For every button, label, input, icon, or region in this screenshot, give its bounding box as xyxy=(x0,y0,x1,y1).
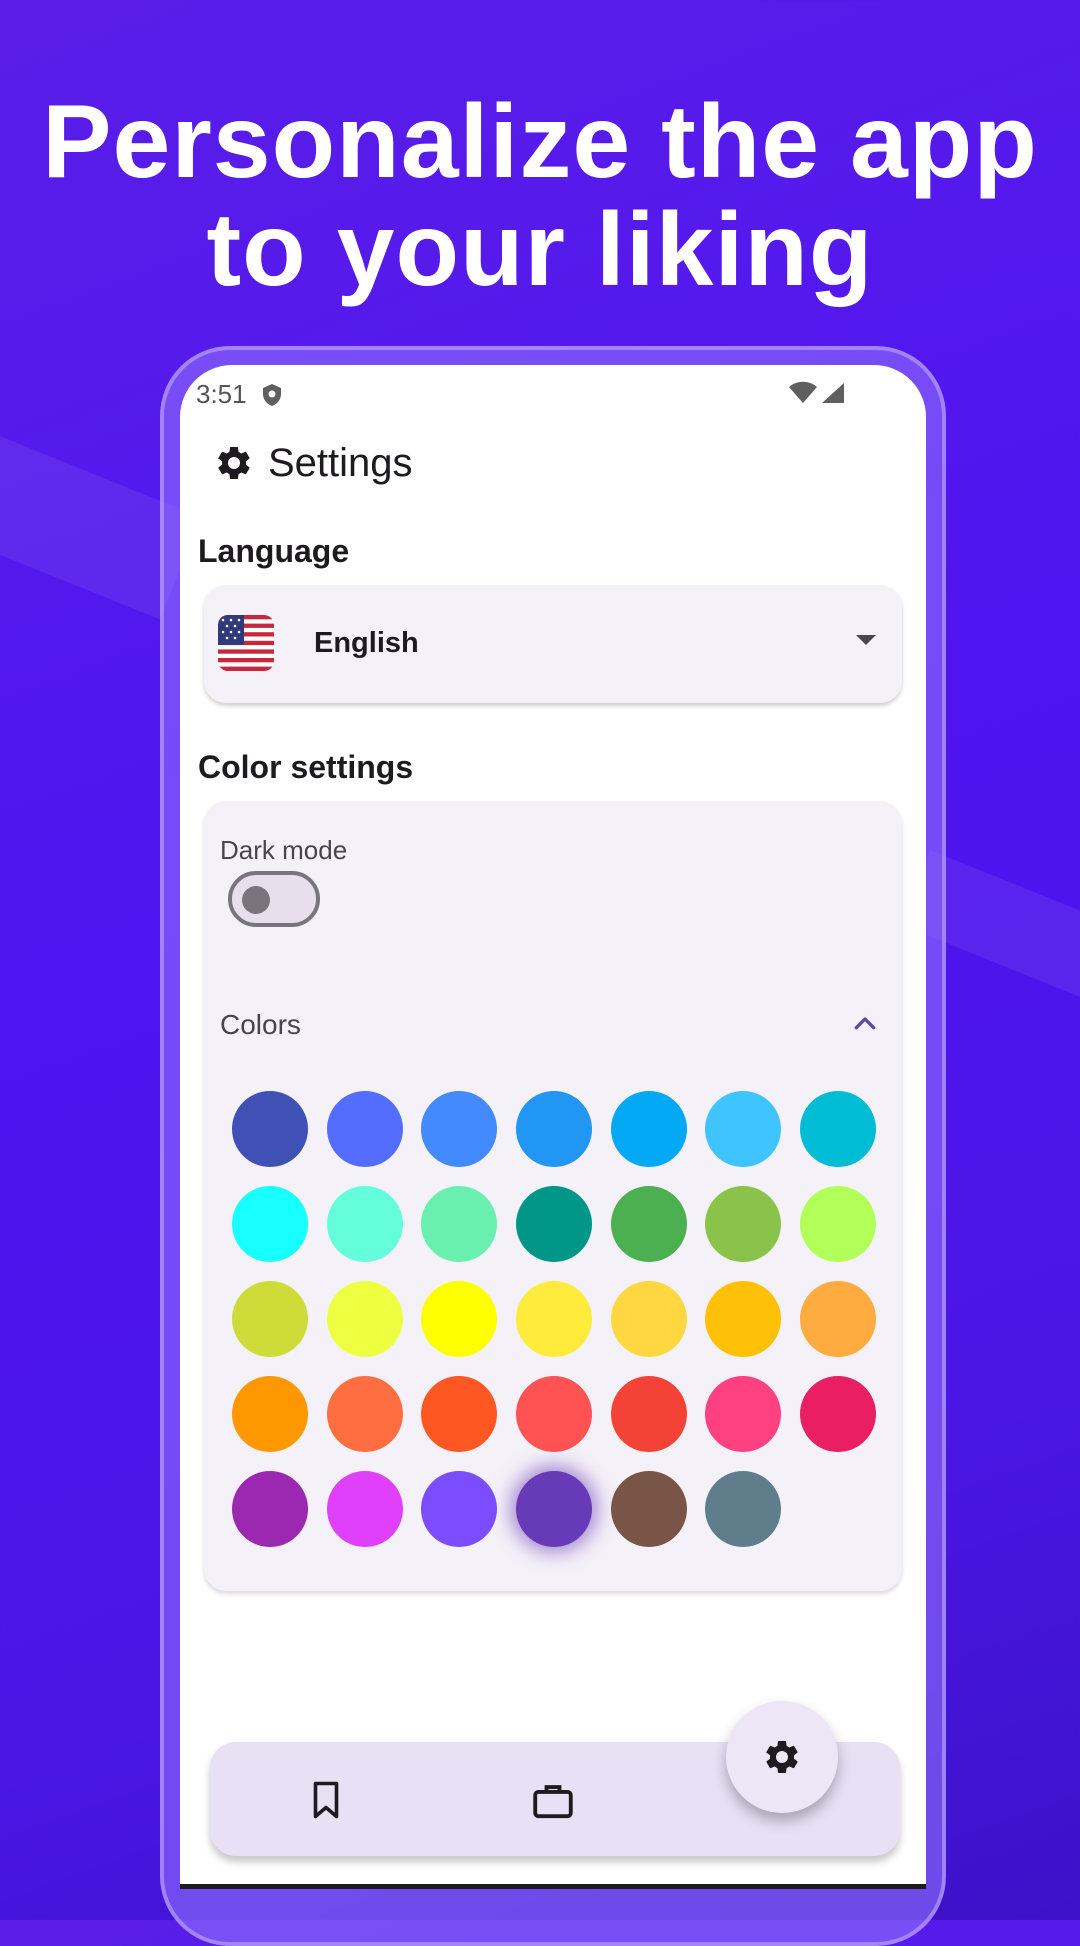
status-icons xyxy=(788,381,846,405)
color-swatch[interactable] xyxy=(705,1281,782,1357)
app-bar: Settings xyxy=(214,433,413,493)
color-swatch[interactable] xyxy=(705,1186,782,1262)
color-swatch[interactable] xyxy=(800,1091,877,1167)
wifi-icon xyxy=(789,381,817,403)
color-swatch[interactable] xyxy=(421,1091,498,1167)
color-swatch[interactable] xyxy=(610,1471,687,1547)
color-swatch[interactable] xyxy=(326,1091,403,1167)
color-swatch[interactable] xyxy=(705,1091,782,1167)
chevron-up-icon[interactable] xyxy=(850,1009,880,1039)
color-swatch[interactable] xyxy=(421,1281,498,1357)
color-swatch[interactable] xyxy=(326,1376,403,1452)
color-swatch[interactable] xyxy=(326,1471,403,1547)
color-swatch[interactable] xyxy=(516,1471,593,1547)
color-swatch[interactable] xyxy=(610,1091,687,1167)
color-swatch[interactable] xyxy=(800,1186,877,1262)
signal-icon xyxy=(822,383,844,403)
headline-line-2: to your liking xyxy=(206,192,874,308)
phone-screen: 3:51 Settings Language English Color set… xyxy=(180,365,926,1885)
status-time: 3:51 xyxy=(196,379,247,409)
promo-headline: Personalize the app to your liking xyxy=(0,88,1080,304)
color-swatch[interactable] xyxy=(610,1376,687,1452)
phone-bottom-edge xyxy=(180,1884,926,1889)
color-settings-section-label: Color settings xyxy=(198,749,414,785)
color-swatch[interactable] xyxy=(326,1281,403,1357)
color-swatch[interactable] xyxy=(516,1376,593,1452)
headline-line-1: Personalize the app xyxy=(42,84,1038,200)
language-section-label: Language xyxy=(198,533,350,569)
colors-label: Colors xyxy=(220,1009,301,1040)
shield-icon xyxy=(263,384,281,406)
color-swatch[interactable] xyxy=(421,1376,498,1452)
status-bar: 3:51 xyxy=(196,373,910,413)
color-swatch-grid xyxy=(232,1091,892,1547)
dark-mode-toggle[interactable] xyxy=(228,871,320,927)
bookmark-icon[interactable] xyxy=(308,1780,344,1820)
color-swatch[interactable] xyxy=(516,1186,593,1262)
color-swatch[interactable] xyxy=(610,1281,687,1357)
color-swatch[interactable] xyxy=(326,1186,403,1262)
language-dropdown[interactable]: English xyxy=(204,585,902,703)
gear-icon xyxy=(217,446,250,479)
color-swatch[interactable] xyxy=(516,1281,593,1357)
us-flag-icon xyxy=(218,615,274,671)
color-swatch[interactable] xyxy=(421,1471,498,1547)
dark-mode-label: Dark mode xyxy=(220,835,348,865)
color-swatch[interactable] xyxy=(421,1186,498,1262)
color-swatch[interactable] xyxy=(516,1091,593,1167)
language-value: English xyxy=(314,627,419,659)
color-swatch[interactable] xyxy=(232,1186,308,1262)
color-swatch[interactable] xyxy=(800,1376,877,1452)
color-settings-card: Dark mode Colors xyxy=(204,801,902,1591)
color-swatch[interactable] xyxy=(232,1471,308,1547)
page-title: Settings xyxy=(268,440,413,485)
color-swatch[interactable] xyxy=(232,1376,308,1452)
color-swatch[interactable] xyxy=(705,1471,782,1547)
color-swatch[interactable] xyxy=(705,1376,782,1452)
toggle-knob xyxy=(242,886,270,914)
color-swatch[interactable] xyxy=(610,1186,687,1262)
briefcase-icon[interactable] xyxy=(532,1780,574,1820)
color-swatch[interactable] xyxy=(232,1281,308,1357)
color-swatch[interactable] xyxy=(800,1281,877,1357)
color-swatch[interactable] xyxy=(232,1091,308,1167)
gear-icon xyxy=(765,1741,798,1773)
settings-fab[interactable] xyxy=(726,1701,838,1813)
dropdown-arrow-icon xyxy=(856,635,876,645)
